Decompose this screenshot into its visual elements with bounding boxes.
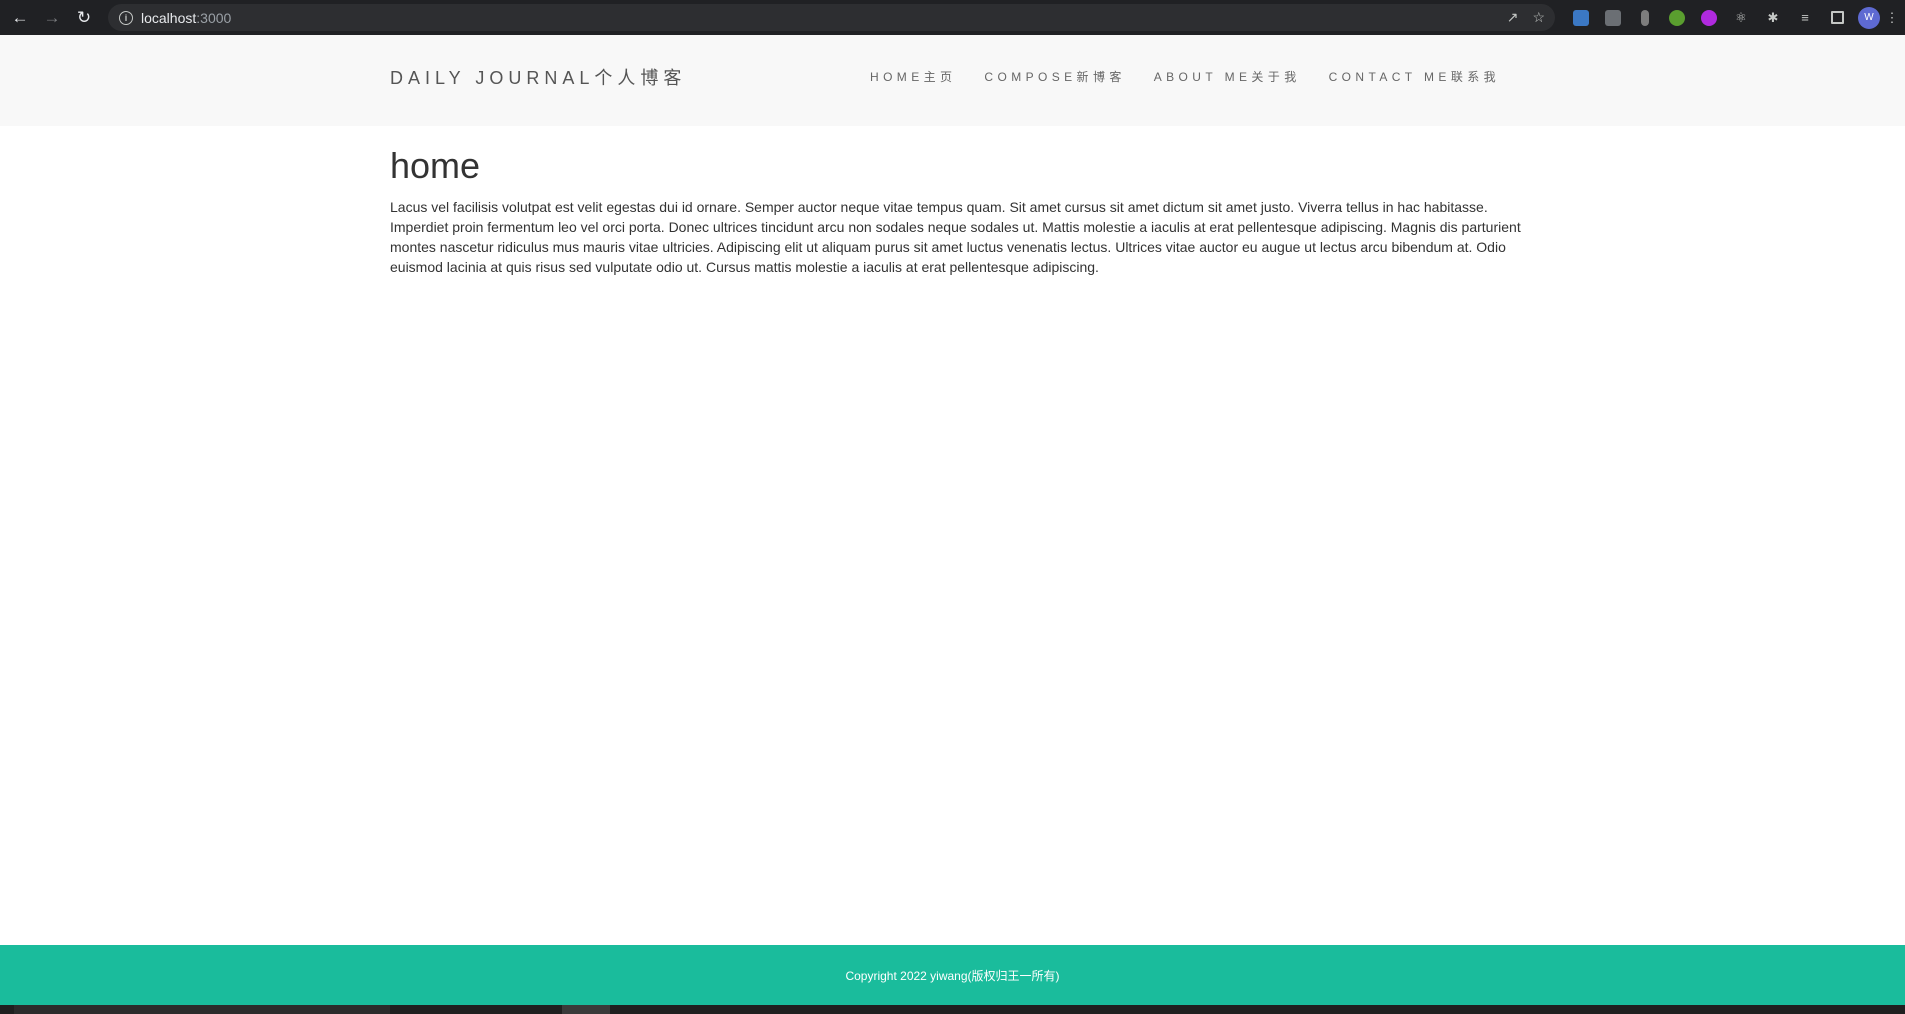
s-extension-icon[interactable] [1565,0,1597,35]
url-text[interactable]: localhost:3000 [141,10,231,26]
main-content: home Lacus vel facilisis volutpat est ve… [390,145,1530,277]
taskbar-search-box[interactable] [14,1005,390,1014]
taskbar-active-app[interactable] [562,1005,610,1014]
site-info-icon[interactable]: i [119,10,133,25]
menu-kebab-icon[interactable]: ⋮ [1885,0,1899,35]
url-port: :3000 [196,9,232,26]
page-body-text: Lacus vel facilisis volutpat est velit e… [390,199,1521,275]
nav-about-link[interactable]: ABOUT ME关于我 [1154,68,1301,85]
react-devtools-icon[interactable]: ⚛ [1725,0,1757,35]
nav-compose-link[interactable]: COMPOSE新博客 [984,68,1125,85]
page-title: home [390,145,481,186]
translate-icon[interactable] [1597,0,1629,35]
back-icon[interactable]: ← [4,0,36,35]
url-host: localhost [141,9,197,26]
copyright-text: Copyright 2022 yiwang(版权归王一所有) [845,968,1060,983]
profile-avatar[interactable]: W [1853,0,1885,35]
reading-list-icon[interactable]: ≡ [1789,0,1821,35]
mouse-icon[interactable] [1629,0,1661,35]
extensions-puzzle-icon[interactable]: ✱ [1757,0,1789,35]
site-header: DAILY JOURNAL个人博客 HOME主页 COMPOSE新博客 ABOU… [0,35,1905,126]
forward-icon[interactable]: → [36,0,68,35]
side-panel-icon[interactable] [1821,0,1853,35]
share-icon[interactable]: ↗ [1507,9,1519,26]
address-bar[interactable]: i localhost:3000 ↗ ☆ [108,4,1555,31]
vpn-icon[interactable] [1693,0,1725,35]
site-nav: HOME主页 COMPOSE新博客 ABOUT ME关于我 CONTACT ME… [870,68,1528,85]
bookmark-star-icon[interactable]: ☆ [1532,9,1545,26]
reload-icon[interactable]: ↻ [68,0,100,35]
extensions-bar: ⚛ ✱ ≡ W ⋮ [1565,0,1899,35]
browser-toolbar: ← → ↻ i localhost:3000 ↗ ☆ ⚛ ✱ ≡ W ⋮ [0,0,1905,35]
site-footer: Copyright 2022 yiwang(版权归王一所有) [0,945,1905,1005]
nav-home-link[interactable]: HOME主页 [870,68,956,85]
nav-contact-link[interactable]: CONTACT ME联系我 [1329,68,1500,85]
tree-icon[interactable] [1661,0,1693,35]
brand-logo-text[interactable]: DAILY JOURNAL个人博客 [390,64,686,90]
os-taskbar [0,1005,1905,1014]
